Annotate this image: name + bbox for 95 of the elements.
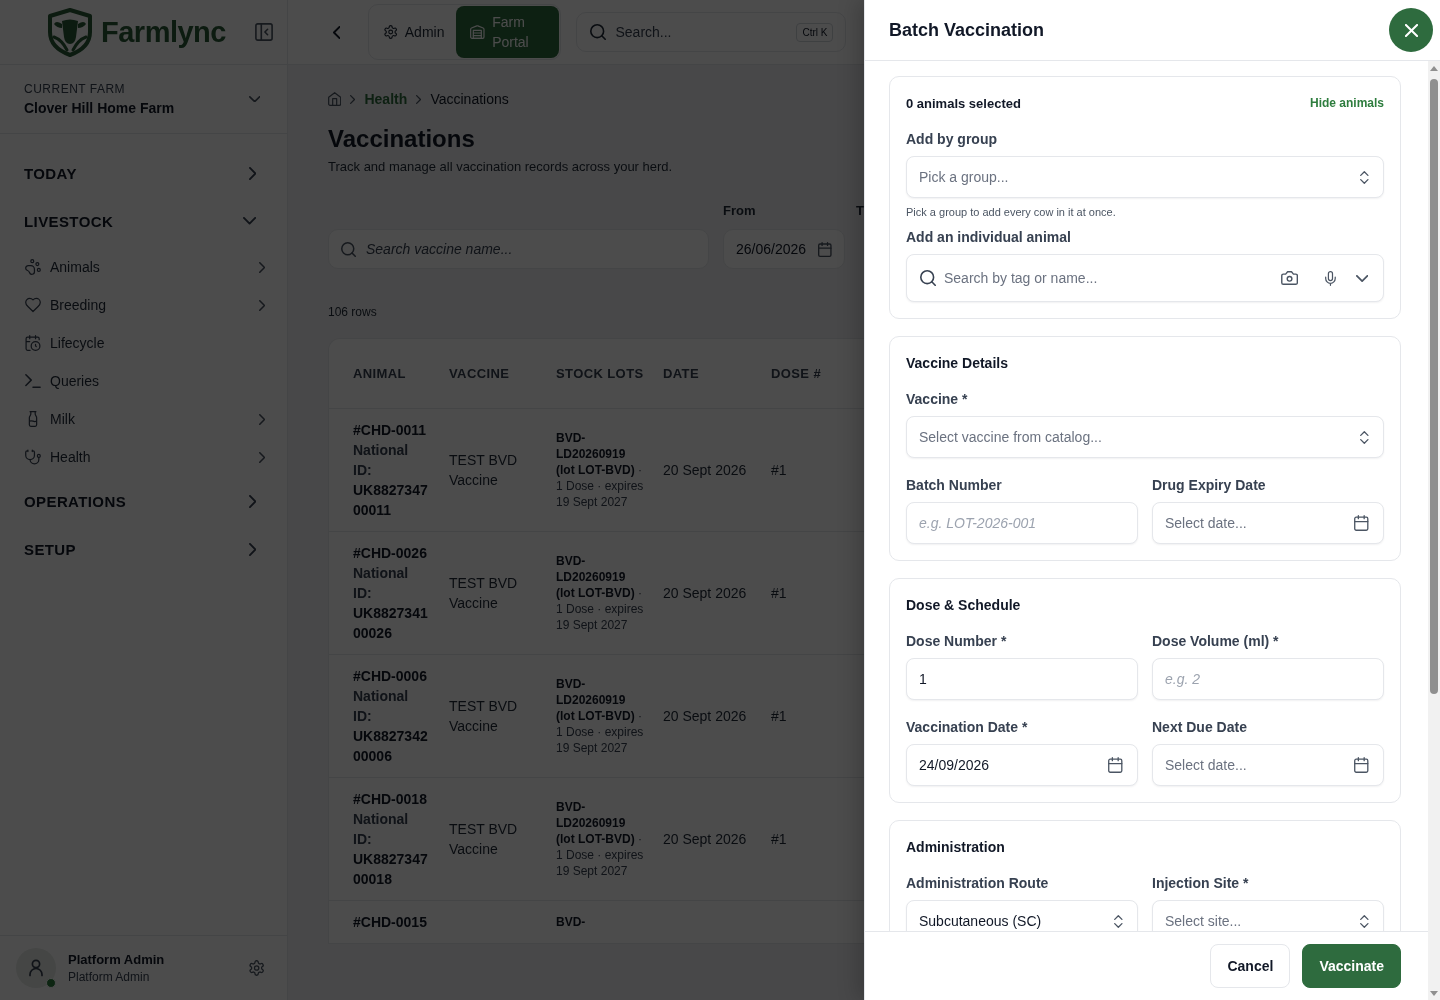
field-label: Dose Volume (ml) *	[1152, 632, 1280, 651]
scrollbar-thumb[interactable]	[1430, 79, 1438, 694]
vaccine-name: TEST BVD Vaccine	[449, 451, 519, 490]
field-label: Vaccination Date *	[906, 718, 1029, 737]
field-label: Add by group	[906, 130, 998, 149]
stock-lot-text: BVD-LD20260919 (lot LOT-BVD) · 1 Dose · expires 19 Sept 2027	[556, 553, 645, 633]
animal-tag: #CHD-0006	[353, 666, 429, 686]
scrollbar[interactable]	[1428, 61, 1440, 1000]
animal-tag: #CHD-0015	[353, 912, 429, 932]
submit-button[interactable]: Vaccinate	[1302, 944, 1401, 988]
chevron-up-down-icon	[1360, 914, 1369, 928]
vaccination-date: 20 Sept 2026	[663, 830, 748, 849]
row-count: 106 rows	[328, 304, 378, 320]
national-id: UK882734700018	[353, 850, 429, 889]
date-field[interactable]: Select date...	[1152, 744, 1384, 786]
scroll-up-arrow-icon[interactable]	[1430, 66, 1438, 71]
search-icon	[920, 270, 936, 286]
column-header: DOSE #	[771, 366, 823, 381]
brand-name: Farmlync	[101, 15, 226, 49]
section-title: Administration	[906, 838, 1006, 856]
stock-lot-text: BVD-LD20260919 (lot LOT-BVD) · 1 Dose · expires 19 Sept 2027	[556, 430, 645, 510]
date-field[interactable]: 24/09/2026	[906, 744, 1138, 786]
hide-animals-link[interactable]: Hide animals	[1309, 96, 1384, 110]
chevron-up-down-icon	[1360, 170, 1369, 184]
input-field[interactable]: 1	[906, 658, 1138, 700]
vaccine-name: TEST BVD Vaccine	[449, 574, 519, 613]
close-button[interactable]	[1389, 8, 1433, 52]
field-label: Add an individual animal	[906, 228, 1072, 247]
drawer-title: Batch Vaccination	[889, 19, 1045, 41]
vaccination-date: 20 Sept 2026	[663, 584, 748, 603]
field-label: Injection Site *	[1152, 874, 1250, 893]
date-field[interactable]: Select date...	[1152, 502, 1384, 544]
field-label: Vaccine *	[906, 390, 969, 409]
national-id: UK882734100026	[353, 604, 429, 643]
stock-lot-text: BVD-LD20260919 (lot LOT-BVD) · 1 Dose · expires 19 Sept 2027	[556, 676, 645, 756]
stock-lot-text: BVD-	[556, 914, 587, 930]
field-label: Next Due Date	[1152, 718, 1248, 737]
field-label: Dose Number *	[906, 632, 1008, 651]
select-field[interactable]: Pick a group...	[906, 156, 1384, 198]
national-id-label: National ID:	[353, 564, 410, 603]
field-label: Drug Expiry Date	[1152, 476, 1267, 495]
national-id-label: National ID:	[353, 441, 410, 480]
column-header: STOCK LOTS	[556, 366, 645, 381]
farm-name: Clover Hill Home Farm	[24, 98, 176, 117]
stock-lot-text: BVD-LD20260919 (lot LOT-BVD) · 1 Dose · expires 19 Sept 2027	[556, 799, 645, 879]
dose-number: #1	[771, 584, 788, 603]
page-subtitle: Track and manage all vaccination records across your herd.	[328, 158, 674, 176]
user-name: Platform Admin	[68, 951, 166, 968]
field-hint: Pick a group to add every cow in it at once.	[906, 205, 1117, 219]
select-field[interactable]: Subcutaneous (SC)	[906, 900, 1138, 931]
page-title: Vaccinations	[328, 124, 476, 154]
scroll-down-arrow-icon[interactable]	[1430, 991, 1438, 996]
breadcrumb-link[interactable]: Health	[364, 91, 408, 107]
vaccine-name: TEST BVD Vaccine	[449, 697, 519, 736]
dose-number: #1	[771, 461, 788, 480]
dose-number: #1	[771, 830, 788, 849]
chevron-up-down-icon	[1114, 914, 1123, 928]
calendar-icon	[1108, 757, 1123, 773]
section-title: Dose & Schedule	[906, 596, 1022, 614]
animal-tag: #CHD-0026	[353, 543, 429, 563]
national-id-label: National ID:	[353, 810, 410, 849]
vaccination-date: 20 Sept 2026	[663, 707, 748, 726]
field-label: From	[723, 202, 757, 220]
column-header: ANIMAL	[353, 366, 407, 381]
field-label: Batch Number	[906, 476, 1003, 495]
field-label: Administration Route	[906, 874, 1050, 893]
national-id-label: National ID:	[353, 687, 410, 726]
field-label: T	[856, 202, 864, 220]
select-field[interactable]: Select vaccine from catalog...	[906, 416, 1384, 458]
user-role: Platform Admin	[68, 970, 151, 985]
animal-tag: #CHD-0018	[353, 789, 429, 809]
dose-number: #1	[771, 707, 788, 726]
select-field[interactable]: Select site...	[1152, 900, 1384, 931]
chevron-down-icon[interactable]	[1355, 274, 1368, 282]
close-icon	[1404, 23, 1418, 37]
chevron-up-down-icon	[1360, 430, 1369, 444]
farm-caption: CURRENT FARM	[24, 81, 127, 96]
search-field[interactable]: Search by tag or name...	[906, 254, 1384, 302]
selection-count: 0 animals selected	[906, 95, 1021, 111]
column-header: VACCINE	[449, 366, 511, 381]
vaccination-date: 20 Sept 2026	[663, 461, 748, 480]
calendar-icon	[1354, 757, 1369, 773]
vaccine-name: TEST BVD Vaccine	[449, 820, 519, 859]
camera-icon[interactable]	[1280, 271, 1298, 285]
section-title: Vaccine Details	[906, 354, 1009, 372]
calendar-icon	[1354, 515, 1369, 531]
input-field[interactable]: e.g. 2	[1152, 658, 1384, 700]
microphone-icon[interactable]	[1324, 270, 1336, 286]
national-id: UK882734700011	[353, 481, 429, 520]
breadcrumb-current: Vaccinations	[430, 91, 509, 107]
animal-tag: #CHD-0011	[353, 420, 429, 440]
column-header: DATE	[663, 366, 701, 381]
input-field[interactable]: e.g. LOT-2026-001	[906, 502, 1138, 544]
cancel-button[interactable]: Cancel	[1210, 944, 1291, 988]
national-id: UK882734200006	[353, 727, 429, 766]
